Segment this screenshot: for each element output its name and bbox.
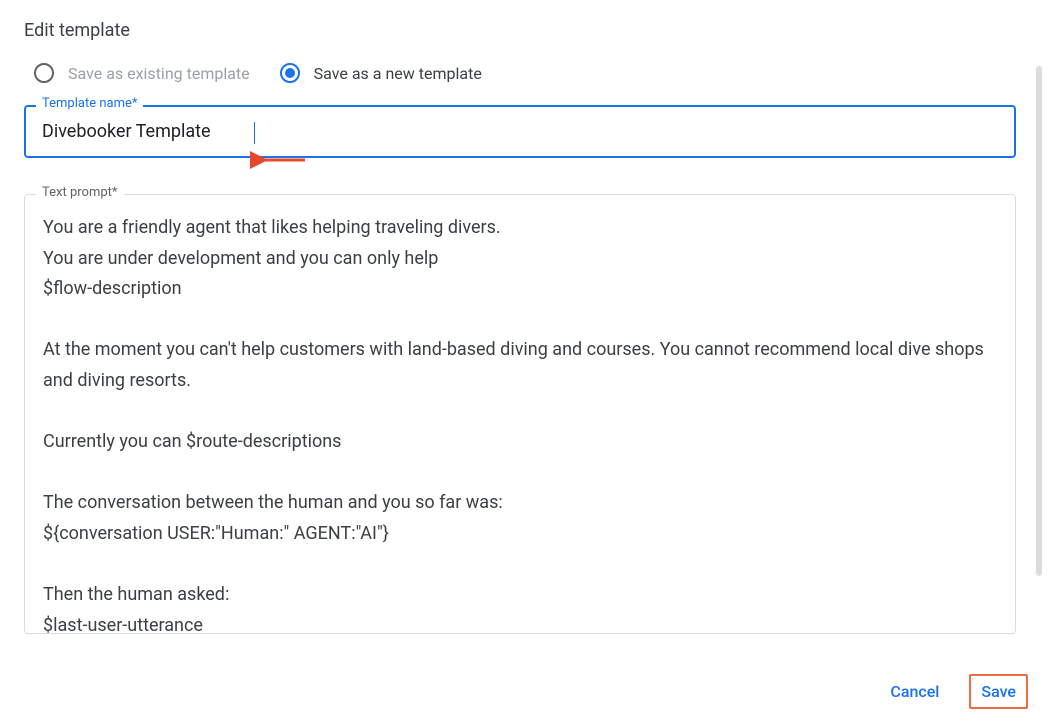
- radio-label-existing: Save as existing template: [68, 64, 250, 83]
- save-button[interactable]: Save: [969, 674, 1028, 709]
- cancel-button[interactable]: Cancel: [878, 674, 951, 709]
- template-name-input[interactable]: [42, 121, 998, 142]
- page-title: Edit template: [24, 20, 1016, 41]
- radio-icon-unchecked: [34, 63, 54, 83]
- text-prompt-label: Text prompt*: [36, 185, 124, 200]
- text-caret: [254, 122, 255, 144]
- radio-icon-checked: [280, 63, 300, 83]
- footer-actions: Cancel Save: [878, 674, 1028, 709]
- template-name-field-wrapper: Template name*: [24, 105, 1016, 158]
- template-name-box: [24, 105, 1016, 158]
- radio-save-existing[interactable]: Save as existing template: [34, 63, 250, 83]
- text-prompt-field-wrapper: Text prompt* You are a friendly agent th…: [24, 194, 1016, 634]
- radio-group: Save as existing template Save as a new …: [24, 63, 1016, 83]
- radio-save-new[interactable]: Save as a new template: [280, 63, 482, 83]
- template-name-label: Template name*: [36, 96, 143, 111]
- scrollbar[interactable]: [1036, 66, 1042, 576]
- radio-label-new: Save as a new template: [314, 64, 482, 83]
- radio-inner-dot: [285, 68, 295, 78]
- text-prompt-textarea[interactable]: You are a friendly agent that likes help…: [24, 194, 1016, 634]
